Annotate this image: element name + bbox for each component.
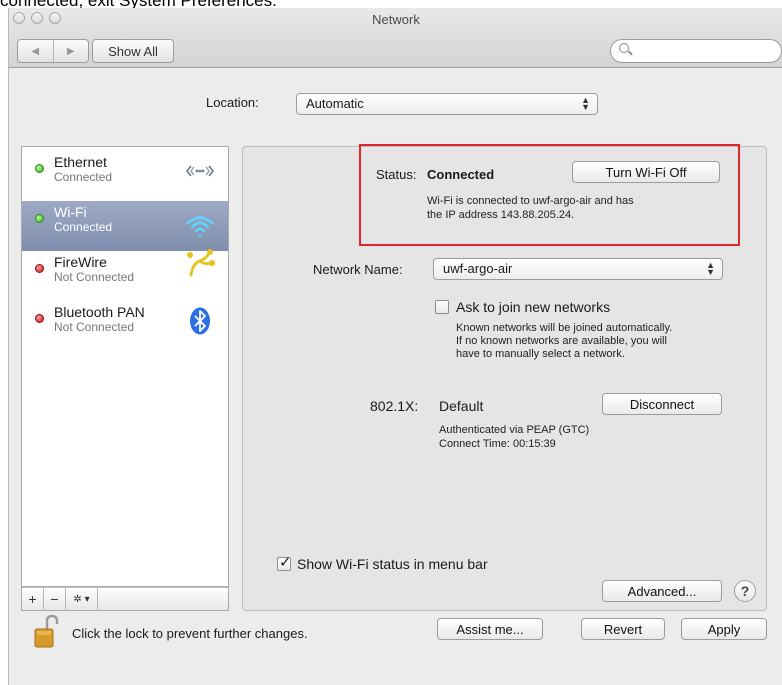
service-status: Connected <box>54 220 113 234</box>
apply-button[interactable]: Apply <box>681 618 767 640</box>
search-input[interactable] <box>610 39 782 63</box>
service-item-wifi[interactable]: Wi-Fi Connected <box>22 201 228 251</box>
service-name: Ethernet <box>54 154 107 170</box>
lock-icon[interactable] <box>33 615 61 649</box>
window-toolbar: Network ◀ ▶ Show All <box>9 8 782 68</box>
network-name-popup[interactable]: uwf-argo-air ▲ ▼ <box>433 258 723 280</box>
firewire-icon <box>187 249 215 277</box>
ask-join-description-3: have to manually select a network. <box>456 348 625 360</box>
network-name-label: Network Name: <box>313 262 403 277</box>
assist-me-button[interactable]: Assist me... <box>437 618 543 640</box>
back-icon[interactable]: ◀ <box>18 40 53 62</box>
service-item-firewire[interactable]: FireWire Not Connected <box>22 249 228 301</box>
status-indicator-red <box>35 264 44 273</box>
ask-join-description-1: Known networks will be joined automatica… <box>456 322 673 334</box>
remove-service-button[interactable]: − <box>44 588 66 610</box>
ask-join-description-2: If no known networks are available, you … <box>456 335 667 347</box>
service-status: Connected <box>54 170 113 184</box>
advanced-button[interactable]: Advanced... <box>602 580 722 602</box>
status-indicator-green <box>35 214 44 223</box>
status-indicator-red <box>35 314 44 323</box>
connect-time-info: Connect Time: 00:15:39 <box>439 438 556 450</box>
popup-arrows-icon: ▲ ▼ <box>706 260 715 277</box>
revert-button[interactable]: Revert <box>581 618 665 640</box>
services-list-toolbar: + − ✲ ▾ <box>21 587 229 611</box>
status-highlight-box <box>359 144 740 246</box>
service-status: Not Connected <box>54 320 135 334</box>
back-forward-control: ◀ ▶ <box>17 39 89 63</box>
show-wifi-status-label: Show Wi-Fi status in menu bar <box>297 556 488 572</box>
bluetooth-icon <box>190 307 210 335</box>
service-status: Not Connected <box>54 270 135 284</box>
authentication-info: Authenticated via PEAP (GTC) <box>439 424 590 436</box>
service-item-bluetooth-pan[interactable]: Bluetooth PAN Not Connected <box>22 301 228 351</box>
status-indicator-green <box>35 164 44 173</box>
service-name: Wi-Fi <box>54 204 87 220</box>
forward-icon[interactable]: ▶ <box>52 40 89 62</box>
checkmark-icon: ✓ <box>279 554 292 571</box>
disconnect-button[interactable]: Disconnect <box>602 393 722 415</box>
show-wifi-status-checkbox[interactable]: ✓ <box>277 554 292 571</box>
dot1x-label: 802.1X: <box>370 398 419 414</box>
help-button[interactable]: ? <box>734 580 756 602</box>
wifi-icon <box>186 216 214 238</box>
show-all-button[interactable]: Show All <box>92 39 174 63</box>
service-name: FireWire <box>54 254 107 270</box>
location-value: Automatic <box>306 96 364 111</box>
dot1x-value: Default <box>439 398 484 414</box>
add-service-button[interactable]: + <box>22 588 44 610</box>
location-label: Location: <box>206 95 259 110</box>
window-title: Network <box>372 12 420 27</box>
network-services-list: Ethernet Connected Wi-Fi Connected FireW… <box>21 146 229 587</box>
ethernet-icon <box>185 165 215 177</box>
location-popup[interactable]: Automatic ▲ ▼ <box>296 93 598 115</box>
ask-join-label: Ask to join new networks <box>456 299 611 315</box>
lock-message: Click the lock to prevent further change… <box>72 626 308 641</box>
ask-join-checkbox[interactable] <box>435 300 449 314</box>
service-name: Bluetooth PAN <box>54 304 145 320</box>
gear-icon[interactable]: ✲ ▾ <box>66 588 98 610</box>
service-item-ethernet[interactable]: Ethernet Connected <box>22 151 228 201</box>
network-name-value: uwf-argo-air <box>443 261 513 276</box>
popup-arrows-icon: ▲ ▼ <box>581 95 590 112</box>
search-icon <box>619 43 629 53</box>
